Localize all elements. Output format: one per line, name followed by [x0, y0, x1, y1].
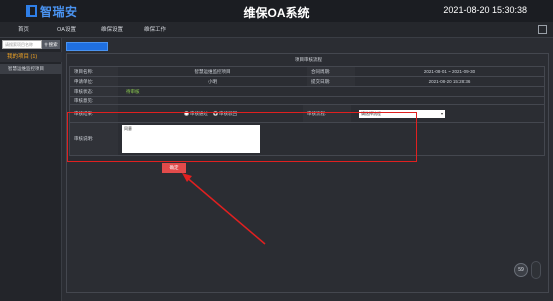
confirm-button[interactable]: 确定 [162, 163, 186, 173]
project-name-label: 项目名称: [70, 67, 118, 76]
search-button[interactable]: ⚲ 搜索 [42, 40, 60, 49]
main-content: 项目审核流程 项目名称: 智慧运维监控项目 合同周期: 2021-08-01 ~… [63, 38, 553, 301]
contract-period-label: 合同周期: [307, 67, 355, 76]
top-bar: 智瑞安 维保OA系统 2021-08-20 15:30:38 [0, 0, 553, 22]
sidebar: 请搜索项目名称 ⚲ 搜索 我的项目 (1) 智慧运维监控项目 [0, 38, 62, 301]
form-row: 申请单位: 小明 提交日期: 2021-08-20 15:28:36 [70, 77, 544, 87]
form-row: 项目名称: 智慧运维监控项目 合同周期: 2021-08-01 ~ 2021-0… [70, 67, 544, 77]
opinion-label: 审核意见: [70, 97, 118, 104]
applicant-value: 小明 [208, 78, 217, 84]
status-label: 审核状态: [70, 87, 118, 96]
search-input[interactable]: 请搜索项目名称 [2, 40, 42, 49]
form-row: 审核状态: 待审核 [70, 87, 544, 97]
sidebar-item-project[interactable]: 智慧运维监控项目 [0, 64, 62, 74]
status-value: 待审核 [126, 88, 140, 94]
highlight-box [67, 112, 417, 162]
nav-oa-settings[interactable]: OA设置 [57, 25, 76, 33]
tab-active[interactable] [66, 42, 108, 51]
nav-maintenance-settings[interactable]: 维保设置 [101, 25, 123, 33]
nav-home[interactable]: 首页 [18, 25, 29, 33]
submit-time-value: 2021-08-20 15:28:36 [428, 79, 471, 84]
widget-side-handle[interactable] [531, 261, 541, 279]
nav-maintenance-work[interactable]: 维保工作 [144, 25, 166, 33]
sidebar-search: 请搜索项目名称 ⚲ 搜索 [2, 40, 60, 49]
search-icon: ⚲ [44, 41, 48, 47]
main-nav: 首页 OA设置 维保设置 维保工作 [0, 22, 553, 38]
search-button-label: 搜索 [48, 41, 58, 47]
audit-panel: 项目审核流程 项目名称: 智慧运维监控项目 合同周期: 2021-08-01 ~… [66, 53, 549, 293]
form-row: 审核意见: [70, 97, 544, 105]
project-name-value: 智慧运维监控项目 [194, 68, 231, 74]
applicant-label: 申请单位: [70, 77, 118, 86]
chevron-down-icon: ▾ [440, 110, 443, 116]
my-projects-header[interactable]: 我的项目 (1) [0, 52, 62, 62]
contract-period-value: 2021-08-01 ~ 2021-09-30 [423, 69, 476, 74]
clock: 2021-08-20 15:30:38 [443, 5, 527, 15]
fullscreen-icon[interactable] [538, 25, 547, 34]
form-title: 项目审核流程 [295, 57, 322, 62]
floating-widget[interactable]: 59 [514, 263, 528, 277]
opinion-value [118, 97, 544, 104]
submit-time-label: 提交日期: [307, 77, 355, 86]
